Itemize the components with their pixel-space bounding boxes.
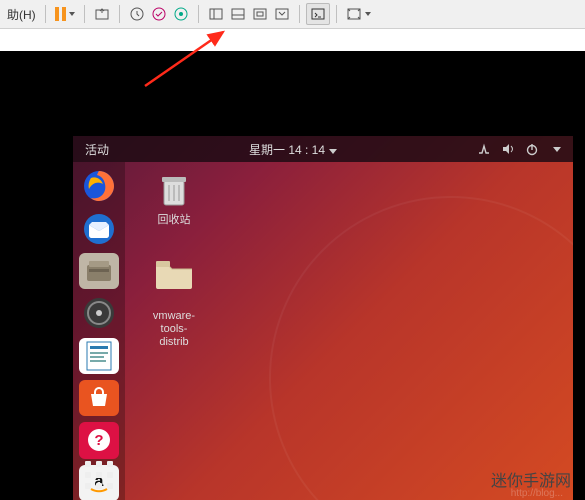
console-icon bbox=[310, 6, 326, 22]
dock-show-apps[interactable] bbox=[79, 455, 119, 495]
pause-icon bbox=[55, 7, 66, 21]
desktop-trash[interactable]: 回收站 bbox=[143, 170, 205, 227]
clock-label[interactable]: 星期一 14 : 14 bbox=[249, 141, 337, 158]
chevron-down-icon bbox=[69, 12, 75, 16]
take-snapshot-button[interactable] bbox=[126, 4, 148, 24]
thunderbird-icon bbox=[81, 211, 117, 247]
network-icon bbox=[477, 142, 491, 156]
trash-icon bbox=[150, 170, 198, 210]
dot-icon bbox=[96, 483, 102, 489]
dot-icon bbox=[85, 461, 91, 467]
power-icon bbox=[525, 142, 539, 156]
fullscreen-view-button[interactable] bbox=[249, 4, 271, 24]
desktop-vmware-folder[interactable]: vmware- tools- distrib bbox=[143, 240, 205, 362]
sidebar-view-button[interactable] bbox=[205, 4, 227, 24]
firefox-icon bbox=[81, 168, 117, 204]
dot-icon bbox=[85, 483, 91, 489]
dock-rhythmbox[interactable] bbox=[79, 295, 119, 331]
fullscreen-view-icon bbox=[252, 6, 268, 22]
stretch-icon bbox=[346, 6, 362, 22]
vm-display-area: 活动 星期一 14 : 14 bbox=[0, 51, 585, 500]
dot-icon bbox=[107, 483, 113, 489]
revert-snapshot-icon bbox=[151, 6, 167, 22]
watermark-text: 迷你手游网 bbox=[491, 467, 571, 491]
host-gap bbox=[0, 29, 585, 51]
separator bbox=[336, 5, 337, 23]
chevron-down-icon bbox=[553, 147, 561, 152]
dot-icon bbox=[96, 472, 102, 478]
stretch-guest-button[interactable] bbox=[343, 4, 374, 24]
dock-firefox[interactable] bbox=[79, 168, 119, 204]
dot-icon bbox=[107, 472, 113, 478]
separator bbox=[198, 5, 199, 23]
folder-icon bbox=[150, 253, 198, 293]
volume-icon bbox=[501, 142, 515, 156]
clock-text: 星期一 14 : 14 bbox=[249, 143, 325, 157]
pause-vm-button[interactable] bbox=[52, 4, 78, 24]
chevron-down-icon bbox=[365, 12, 371, 16]
rhythmbox-icon bbox=[81, 295, 117, 331]
chevron-down-icon bbox=[329, 149, 337, 154]
dock-ubuntu-software[interactable] bbox=[79, 380, 119, 416]
status-area[interactable] bbox=[477, 142, 561, 156]
revert-snapshot-button[interactable] bbox=[148, 4, 170, 24]
ubuntu-desktop[interactable]: 活动 星期一 14 : 14 bbox=[73, 136, 573, 500]
gnome-topbar: 活动 星期一 14 : 14 bbox=[73, 136, 573, 162]
unity-view-icon bbox=[274, 6, 290, 22]
thumbnail-view-icon bbox=[230, 6, 246, 22]
desktop-area[interactable]: 回收站 vmware- tools- distrib bbox=[125, 162, 573, 500]
separator bbox=[45, 5, 46, 23]
dock-thunderbird[interactable] bbox=[79, 210, 119, 246]
unity-view-button[interactable] bbox=[271, 4, 293, 24]
separator bbox=[119, 5, 120, 23]
console-view-button[interactable] bbox=[306, 3, 330, 25]
trash-label: 回收站 bbox=[143, 214, 205, 227]
libreoffice-writer-icon bbox=[85, 340, 113, 372]
help-icon: ? bbox=[87, 428, 111, 452]
activities-button[interactable]: 活动 bbox=[85, 141, 109, 158]
files-icon bbox=[85, 259, 113, 283]
host-toolbar: 助(H) bbox=[0, 0, 585, 29]
thumbnail-view-button[interactable] bbox=[227, 4, 249, 24]
dock-help[interactable]: ? bbox=[79, 422, 119, 458]
sidebar-view-icon bbox=[208, 6, 224, 22]
send-ctrl-alt-del-button[interactable] bbox=[91, 4, 113, 24]
dot-icon bbox=[107, 461, 113, 467]
dot-icon bbox=[96, 461, 102, 467]
vmware-folder-label: vmware- tools- distrib bbox=[143, 310, 205, 349]
dock-libreoffice-writer[interactable] bbox=[79, 338, 119, 374]
ubuntu-dock: ? a bbox=[73, 162, 125, 500]
manage-snapshot-button[interactable] bbox=[170, 4, 192, 24]
help-menu[interactable]: 助(H) bbox=[4, 4, 39, 24]
clock-snapshot-icon bbox=[129, 6, 145, 22]
ubuntu-software-icon bbox=[87, 386, 111, 410]
export-icon bbox=[94, 6, 110, 22]
manage-snapshot-icon bbox=[173, 6, 189, 22]
svg-text:?: ? bbox=[94, 432, 103, 449]
dock-files[interactable] bbox=[79, 253, 119, 289]
separator bbox=[299, 5, 300, 23]
separator bbox=[84, 5, 85, 23]
dot-icon bbox=[85, 472, 91, 478]
